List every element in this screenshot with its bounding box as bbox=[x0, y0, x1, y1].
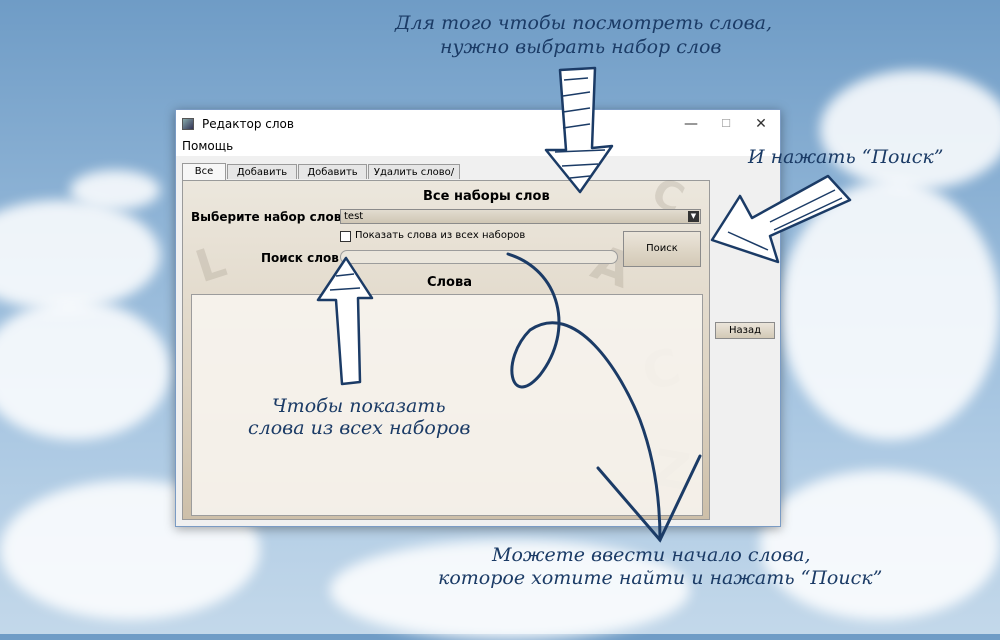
annotation-top-line2: нужно выбрать набор слов bbox=[440, 36, 722, 58]
annotation-middle-line1: Чтобы показать bbox=[272, 395, 446, 417]
up-arrow-icon bbox=[316, 256, 374, 386]
annotation-bottom-line2: которое хотите найти и нажать “Поиск” bbox=[438, 567, 883, 589]
left-arrow-icon bbox=[710, 174, 852, 264]
down-arrow-icon bbox=[544, 66, 614, 194]
annotation-right: И нажать “Поиск” bbox=[748, 146, 944, 168]
annotation-top-line1: Для того чтобы посмотреть слова, bbox=[395, 12, 773, 34]
annotation-bottom-line1: Можете ввести начало слова, bbox=[492, 544, 811, 566]
annotation-middle-line2: слова из всех наборов bbox=[248, 417, 471, 439]
annotation-arrows bbox=[316, 66, 852, 543]
curved-arrow-icon bbox=[506, 252, 702, 543]
